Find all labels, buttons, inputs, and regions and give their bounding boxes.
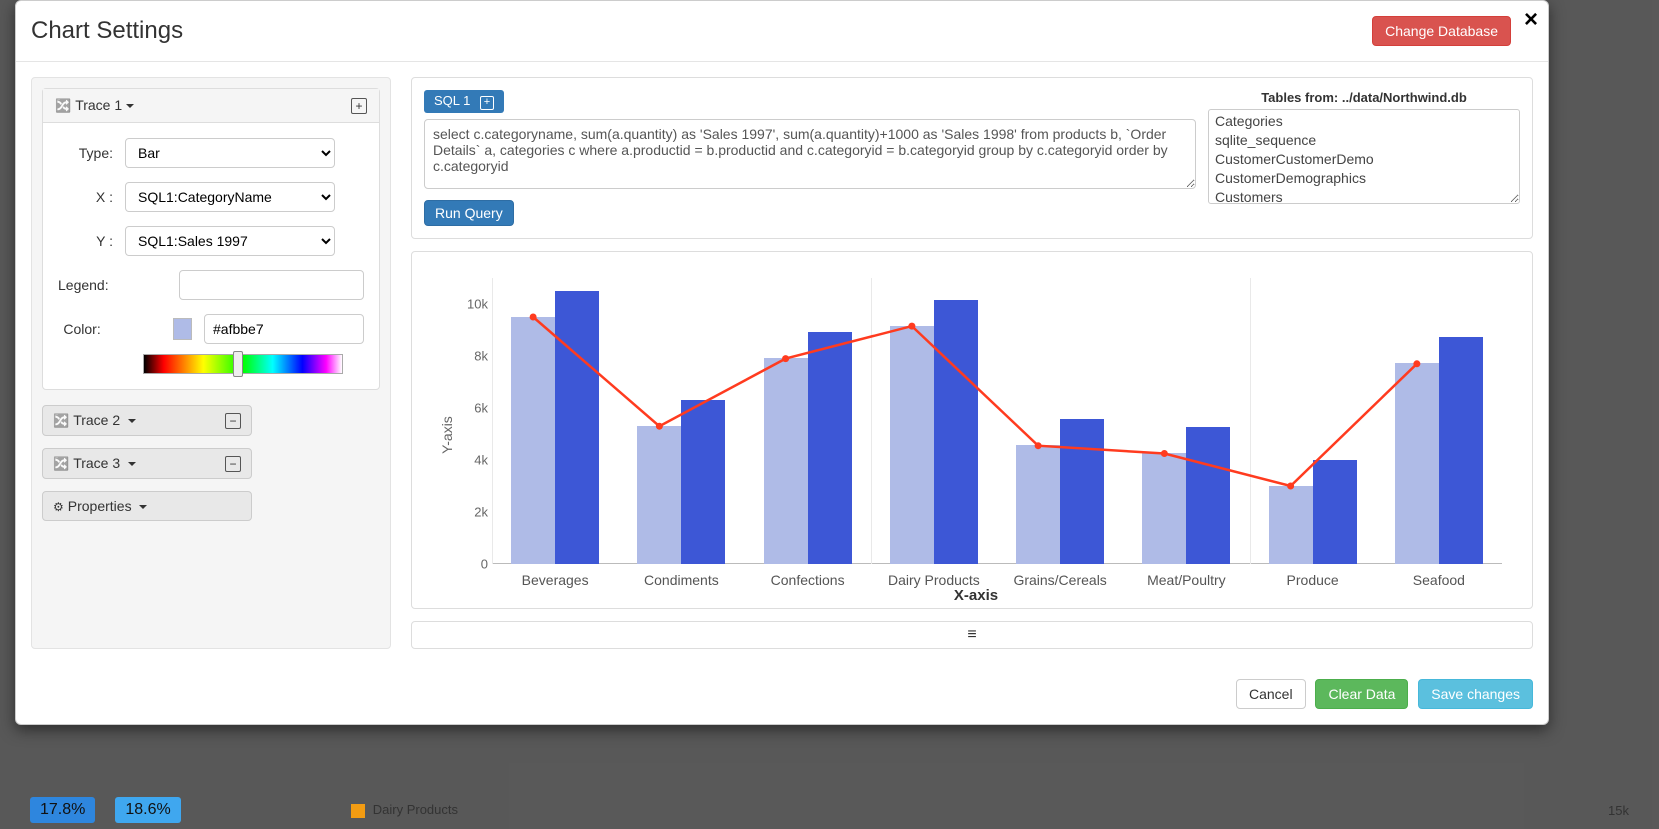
tables-panel: Tables from: ../data/Northwind.db Catego… [1208, 90, 1520, 226]
y-tick-label: 8k [454, 348, 488, 363]
color-label: Color: [58, 321, 101, 337]
sql-tabs: SQL 1 [424, 90, 1196, 113]
trace-3-title: Trace 3 [73, 455, 120, 471]
shuffle-icon [53, 455, 73, 471]
trace-3-header[interactable]: Trace 3 [42, 448, 252, 479]
x-tick-label: Dairy Products [888, 572, 980, 588]
sql-query-textarea[interactable]: select c.categoryname, sum(a.quantity) a… [424, 119, 1196, 189]
sql-tab-1-label: SQL 1 [434, 93, 470, 108]
table-item[interactable]: Customers [1215, 188, 1513, 204]
sliders-icon [53, 498, 68, 514]
bg-number: 15k [1608, 803, 1629, 818]
close-icon[interactable]: × [1524, 6, 1538, 34]
trace-2-title: Trace 2 [73, 412, 120, 428]
square-icon [351, 804, 365, 818]
modal-footer: Cancel Clear Data Save changes [16, 664, 1548, 724]
shuffle-icon [55, 97, 75, 113]
remove-trace-icon[interactable] [225, 413, 241, 429]
table-item[interactable]: CustomerDemographics [1215, 169, 1513, 188]
y-tick-label: 4k [454, 452, 488, 467]
caret-down-icon [126, 104, 134, 108]
y-tick-label: 10k [454, 296, 488, 311]
left-settings-panel: Trace 1 Type: Bar X : SQL1:CategoryName [31, 77, 391, 649]
trace-2-header[interactable]: Trace 2 [42, 405, 252, 436]
properties-header[interactable]: Properties [42, 491, 252, 521]
y-tick-label: 6k [454, 400, 488, 415]
chart-line-overlay [492, 278, 1502, 564]
chart-menu-bar[interactable]: ≡ [411, 621, 1533, 649]
chart-settings-modal: Chart Settings Change Database × Trace 1… [15, 0, 1549, 725]
hamburger-icon: ≡ [967, 626, 976, 644]
hue-slider[interactable] [143, 354, 343, 374]
trace-type-select[interactable]: Bar [125, 138, 335, 168]
trace-1-body: Type: Bar X : SQL1:CategoryName Y : [43, 123, 379, 389]
legend-label: Legend: [58, 277, 109, 293]
right-panel: SQL 1 select c.categoryname, sum(a.quant… [411, 77, 1533, 649]
save-changes-button[interactable]: Save changes [1418, 679, 1533, 709]
legend-input[interactable] [179, 270, 364, 300]
bg-percent-2: 18.6% [115, 797, 180, 823]
caret-down-icon [139, 505, 147, 509]
run-query-button[interactable]: Run Query [424, 200, 514, 226]
modal-title: Chart Settings [31, 17, 183, 45]
shuffle-icon [53, 412, 73, 428]
bg-legend-item: Dairy Products [351, 802, 458, 818]
modal-body: Trace 1 Type: Bar X : SQL1:CategoryName [16, 62, 1548, 664]
sql-tab-1[interactable]: SQL 1 [424, 90, 504, 113]
x-tick-label: Confections [771, 572, 845, 588]
clear-data-button[interactable]: Clear Data [1315, 679, 1408, 709]
hue-slider-handle[interactable] [233, 351, 243, 377]
x-tick-label: Grains/Cereals [1013, 572, 1106, 588]
color-input[interactable] [204, 314, 364, 344]
tables-title: Tables from: ../data/Northwind.db [1208, 90, 1520, 105]
chart-preview-panel: Y-axis 02k4k6k8k10kBeveragesCondimentsCo… [411, 251, 1533, 609]
caret-down-icon [128, 419, 136, 423]
x-tick-label: Meat/Poultry [1147, 572, 1226, 588]
sql-panel: SQL 1 select c.categoryname, sum(a.quant… [411, 77, 1533, 239]
x-label: X : [58, 189, 113, 205]
trace-y-select[interactable]: SQL1:Sales 1997 [125, 226, 335, 256]
x-tick-label: Beverages [522, 572, 589, 588]
table-item[interactable]: Categories [1215, 112, 1513, 131]
properties-title: Properties [68, 498, 132, 514]
trace-1-header[interactable]: Trace 1 [43, 89, 379, 123]
modal-header: Chart Settings Change Database × [16, 1, 1548, 62]
chart-plot: 02k4k6k8k10kBeveragesCondimentsConfectio… [492, 278, 1502, 564]
x-tick-label: Condiments [644, 572, 719, 588]
caret-down-icon [128, 462, 136, 466]
trace-1-panel: Trace 1 Type: Bar X : SQL1:CategoryName [42, 88, 380, 390]
background-dashboard-peek: 17.8% 18.6% Dairy Products 15k [30, 797, 1629, 823]
y-label: Y : [58, 233, 113, 249]
tables-list[interactable]: Categoriessqlite_sequenceCustomerCustome… [1208, 109, 1520, 204]
cancel-button[interactable]: Cancel [1236, 679, 1306, 709]
y-tick-label: 0 [454, 556, 488, 571]
type-label: Type: [58, 145, 113, 161]
trace-1-title: Trace 1 [75, 97, 122, 113]
add-sql-tab-icon[interactable] [480, 96, 494, 110]
x-axis-label: X-axis [954, 587, 998, 604]
y-axis-label: Y-axis [439, 416, 455, 454]
table-item[interactable]: sqlite_sequence [1215, 131, 1513, 150]
trace-x-select[interactable]: SQL1:CategoryName [125, 182, 335, 212]
x-tick-label: Produce [1287, 572, 1339, 588]
add-trace-icon[interactable] [351, 98, 367, 114]
x-tick-label: Seafood [1413, 572, 1465, 588]
y-tick-label: 2k [454, 504, 488, 519]
bg-percent-1: 17.8% [30, 797, 95, 823]
color-swatch[interactable] [173, 318, 192, 340]
table-item[interactable]: CustomerCustomerDemo [1215, 150, 1513, 169]
change-database-button[interactable]: Change Database [1372, 16, 1511, 46]
remove-trace-icon[interactable] [225, 456, 241, 472]
chart-area: Y-axis 02k4k6k8k10kBeveragesCondimentsCo… [446, 270, 1506, 600]
